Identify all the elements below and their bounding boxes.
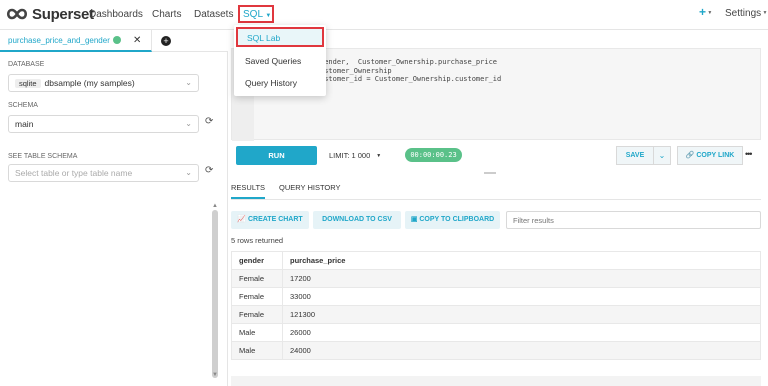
create-chart-label: CREATE CHART — [247, 216, 303, 223]
table-row: Male 24000 — [231, 341, 761, 360]
scrollbar-thumb[interactable] — [212, 210, 218, 378]
results-tabs: RESULTS QUERY HISTORY — [231, 180, 761, 200]
settings-label: Settings — [725, 8, 762, 19]
table-row: Female 17200 — [231, 269, 761, 288]
table-cell: Male — [231, 341, 283, 360]
chevron-down-icon: ▼ — [376, 153, 382, 159]
table-cell: 121300 — [282, 305, 761, 324]
nav-datasets[interactable]: Datasets — [194, 9, 233, 20]
create-chart-button[interactable]: 📈 CREATE CHART — [231, 211, 309, 229]
database-label: DATABASE — [8, 61, 45, 68]
nav-sql-label: SQL — [243, 9, 263, 20]
add-tab-button[interactable]: + — [161, 36, 171, 46]
chevron-down-icon: ▼ — [706, 10, 713, 16]
table-cell: 33000 — [282, 287, 761, 306]
code-line: ustomer_Ownership — [320, 67, 392, 75]
new-plus-button[interactable]: + ▼ — [699, 5, 712, 19]
table-row: Male 26000 — [231, 323, 761, 342]
schema-value: main — [15, 119, 34, 129]
table-cell: 26000 — [282, 323, 761, 342]
filter-results-input[interactable] — [506, 211, 761, 229]
code-line: ustomer_id = Customer_Ownership.customer… — [320, 75, 502, 83]
success-status-icon — [112, 36, 121, 44]
results-table: gender purchase_price Female 17200 Female… — [231, 251, 761, 360]
database-select[interactable]: sqlite dbsample (my samples) ⌄ — [8, 74, 199, 92]
table-placeholder: Select table or type table name — [15, 168, 133, 178]
refresh-icon[interactable]: ⟳ — [205, 165, 213, 176]
schema-label: SCHEMA — [8, 102, 38, 109]
tab-results[interactable]: RESULTS — [231, 183, 266, 199]
copy-clipboard-label: COPY TO CLIPBOARD — [419, 216, 495, 223]
copy-link-label: COPY LINK — [696, 152, 735, 159]
limit-label: LIMIT: 1 000 — [329, 151, 371, 160]
query-tabs: purchase_price_and_gender ✕ + — [0, 30, 228, 52]
sidebar-scrollbar[interactable] — [212, 210, 218, 378]
brand-name: Superset — [32, 5, 94, 23]
chart-icon: 📈 — [237, 216, 248, 223]
refresh-icon[interactable]: ⟳ — [205, 116, 213, 127]
download-csv-button[interactable]: DOWNLOAD TO CSV — [313, 211, 401, 229]
chevron-down-icon: ▼ — [265, 13, 272, 19]
table-row: Female 121300 — [231, 305, 761, 324]
nav-sql[interactable]: SQL ▼ — [238, 5, 274, 23]
settings-menu[interactable]: Settings ▼ — [725, 8, 767, 19]
left-sidebar: DATABASE sqlite dbsample (my samples) ⌄ S… — [0, 52, 228, 386]
query-tab[interactable]: purchase_price_and_gender ✕ — [0, 30, 152, 52]
plus-label: + — [699, 5, 707, 19]
table-select[interactable]: Select table or type table name ⌄ — [8, 164, 199, 182]
menu-item-query-history[interactable]: Query History — [234, 73, 326, 93]
horizontal-scrollbar[interactable] — [231, 376, 761, 386]
table-cell: Female — [231, 269, 283, 288]
database-value: dbsample (my samples) — [44, 78, 135, 88]
chevron-down-icon: ⌄ — [185, 78, 192, 87]
nav-dashboards[interactable]: Dashboards — [89, 9, 143, 20]
table-cell: Female — [231, 305, 283, 324]
superset-logo-icon — [6, 8, 28, 20]
query-timer: 00:00:00.23 — [405, 148, 462, 162]
chevron-down-icon: ▼ — [761, 10, 768, 16]
sql-dropdown-menu: SQL Lab Saved Queries Query History — [234, 25, 326, 96]
column-header[interactable]: gender — [231, 251, 283, 270]
save-options-chevron-icon[interactable]: ⌄ — [653, 146, 671, 165]
close-icon[interactable]: ✕ — [133, 35, 141, 46]
save-button[interactable]: SAVE — [616, 146, 653, 165]
superset-logo[interactable]: Superset — [6, 5, 94, 23]
rows-returned: 5 rows returned — [231, 236, 284, 245]
link-icon: 🔗 — [685, 152, 697, 159]
chevron-down-icon: ⌄ — [185, 119, 192, 128]
menu-item-sql-lab[interactable]: SQL Lab — [236, 27, 324, 47]
limit-dropdown[interactable]: LIMIT: 1 000 ▼ — [329, 151, 381, 160]
query-toolbar: RUN LIMIT: 1 000 ▼ 00:00:00.23 SAVE ⌄ 🔗 C… — [231, 144, 761, 168]
table-header-row: gender purchase_price — [231, 251, 761, 270]
more-options-icon[interactable]: ••• — [745, 149, 753, 159]
table-label: SEE TABLE SCHEMA — [8, 153, 78, 160]
run-button[interactable]: RUN — [236, 146, 317, 165]
query-tab-label: purchase_price_and_gender — [8, 36, 110, 45]
nav-charts[interactable]: Charts — [152, 9, 181, 20]
database-badge: sqlite — [15, 79, 41, 88]
table-cell: 17200 — [282, 269, 761, 288]
copy-clipboard-button[interactable]: ▣ COPY TO CLIPBOARD — [405, 211, 500, 229]
resize-handle[interactable] — [484, 172, 496, 174]
table-row: Female 33000 — [231, 287, 761, 306]
top-navbar: Superset Dashboards Charts Datasets SQL … — [0, 0, 768, 30]
table-cell: Male — [231, 323, 283, 342]
table-cell: 24000 — [282, 341, 761, 360]
chevron-down-icon: ⌄ — [185, 168, 192, 177]
table-cell: Female — [231, 287, 283, 306]
copy-link-button[interactable]: 🔗 COPY LINK — [677, 146, 743, 165]
schema-select[interactable]: main ⌄ — [8, 115, 199, 133]
tab-query-history[interactable]: QUERY HISTORY — [279, 183, 341, 192]
scroll-down-icon[interactable]: ▼ — [212, 372, 218, 378]
scroll-up-icon[interactable]: ▲ — [212, 203, 218, 209]
menu-item-saved-queries[interactable]: Saved Queries — [234, 51, 326, 71]
code-line: gender, Customer_Ownership.purchase_pric… — [320, 58, 498, 66]
column-header[interactable]: purchase_price — [282, 251, 761, 270]
